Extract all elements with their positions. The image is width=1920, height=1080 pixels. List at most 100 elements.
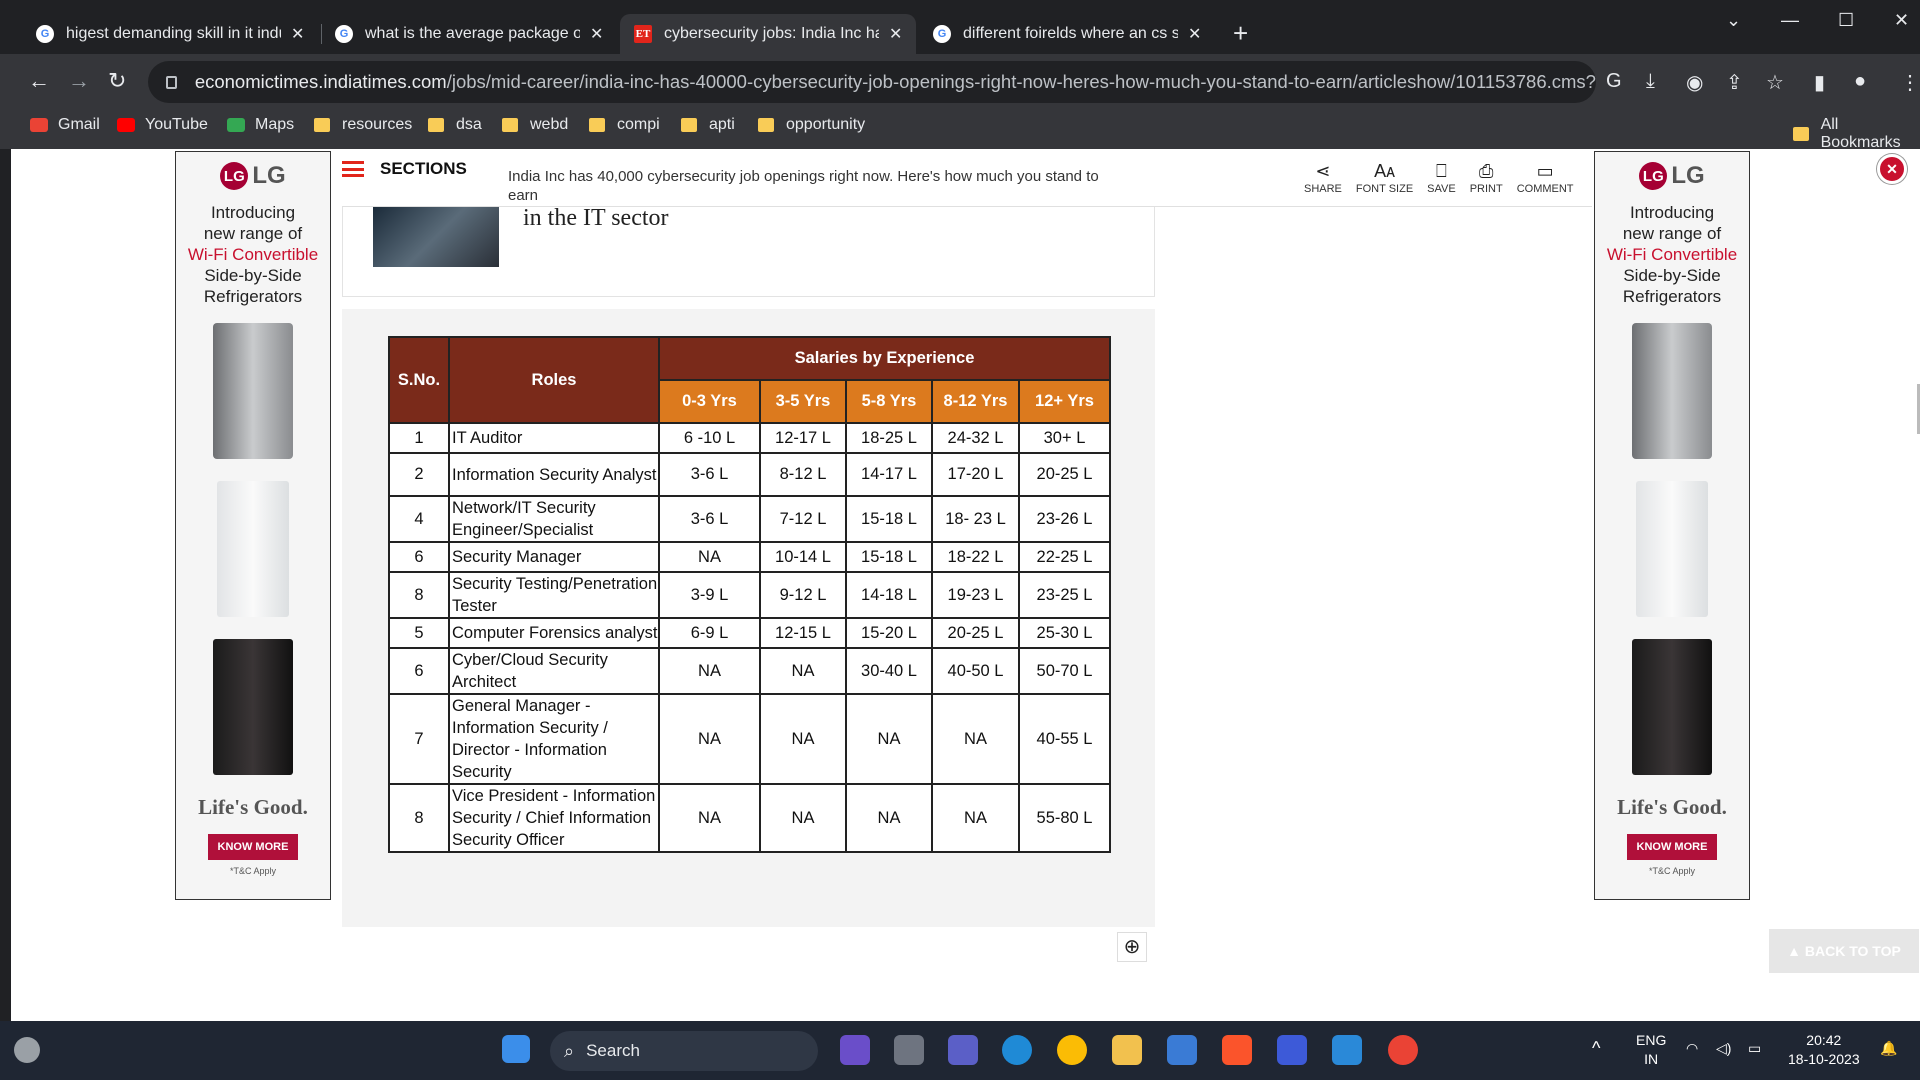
- tab-2[interactable]: G what is the average package of a ✕: [321, 14, 617, 54]
- tray-expand-icon[interactable]: ^: [1592, 1039, 1600, 1058]
- file-explorer-icon[interactable]: [1112, 1035, 1142, 1065]
- salary-cell: 8-12 L: [759, 452, 847, 497]
- exp-header: 3-5 Yrs: [759, 379, 847, 424]
- fridge-black-image: [213, 639, 293, 775]
- close-tab-icon[interactable]: ✕: [889, 24, 902, 44]
- side-panel-icon[interactable]: ▮: [1814, 70, 1825, 95]
- bookmark-webd[interactable]: webd: [502, 116, 568, 134]
- print-button[interactable]: ⎙ PRINT: [1470, 161, 1503, 195]
- salary-cell: 6 -10 L: [658, 422, 761, 454]
- edge-icon[interactable]: [1002, 1035, 1032, 1065]
- close-tab-icon[interactable]: ✕: [1188, 24, 1201, 44]
- menu-kebab-icon[interactable]: ⋮: [1900, 70, 1920, 95]
- left-ad-banner[interactable]: LG LG Introducing new range of Wi-Fi Conve…: [175, 151, 331, 900]
- wifi-icon[interactable]: ◠: [1686, 1039, 1698, 1058]
- copilot-icon[interactable]: [840, 1035, 870, 1065]
- fridge-white-image: [1636, 481, 1708, 617]
- sections-menu[interactable]: SECTIONS: [342, 159, 467, 179]
- bookmark-dsa[interactable]: dsa: [428, 116, 482, 134]
- know-more-button[interactable]: KNOW MORE: [208, 834, 298, 860]
- share-icon[interactable]: ⇪: [1726, 70, 1743, 95]
- eye-off-icon[interactable]: ◉: [1686, 70, 1703, 95]
- tab-4[interactable]: G different foirelds where an cs stu ✕: [919, 14, 1215, 54]
- all-bookmarks[interactable]: All Bookmarks: [1793, 116, 1920, 152]
- related-article-title[interactable]: in the IT sector: [523, 205, 669, 232]
- bookmark-compi[interactable]: compi: [589, 116, 660, 134]
- bookmark-resources[interactable]: resources: [314, 116, 412, 134]
- back-icon[interactable]: ←: [28, 68, 50, 94]
- google-lens-icon[interactable]: G: [1606, 70, 1622, 93]
- task-view-icon[interactable]: [894, 1035, 924, 1065]
- salary-cell: NA: [658, 647, 761, 695]
- language-indicator[interactable]: ENG IN: [1636, 1031, 1666, 1069]
- tab-1[interactable]: G higest demanding skill in it indu ✕: [22, 14, 318, 54]
- chrome-icon[interactable]: [1057, 1035, 1087, 1065]
- print-icon: ⎙: [1478, 161, 1494, 181]
- bookmark-star-icon[interactable]: ☆: [1766, 70, 1784, 95]
- profile-avatar-icon[interactable]: ●: [1854, 70, 1866, 93]
- url-text: economictimes.indiatimes.com/jobs/mid-ca…: [195, 71, 1596, 93]
- clock[interactable]: 20:42 18-10-2023: [1788, 1031, 1860, 1069]
- article-actions: ⋖ SHARE Aᴀ FONT SIZE ⎕ SAVE ⎙ PRINT ▭ COMMENT: [1304, 161, 1574, 195]
- word-icon[interactable]: [1277, 1035, 1307, 1065]
- search-icon: ⌕: [564, 1040, 575, 1061]
- know-more-button[interactable]: KNOW MORE: [1627, 834, 1717, 860]
- salary-cell: NA: [759, 693, 847, 785]
- salary-cell: NA: [658, 783, 761, 853]
- close-tab-icon[interactable]: ✕: [291, 24, 304, 44]
- notifications-icon[interactable]: 🔔: [1880, 1039, 1897, 1058]
- google-icon: G: [36, 25, 54, 43]
- ad-tagline: Life's Good.: [198, 795, 308, 819]
- bookmark-apti[interactable]: apti: [681, 116, 735, 134]
- ad-tc: *T&C Apply: [229, 866, 277, 876]
- gmail-icon: [30, 118, 48, 132]
- close-ad-button[interactable]: ✕: [1877, 154, 1907, 184]
- bookmark-opportunity[interactable]: opportunity: [758, 116, 865, 134]
- salary-cell: 22-25 L: [1018, 541, 1111, 573]
- role-cell: IT Auditor: [448, 422, 660, 454]
- hamburger-icon[interactable]: [342, 161, 364, 177]
- reload-icon[interactable]: ↻: [108, 68, 126, 94]
- address-bar[interactable]: economictimes.indiatimes.com/jobs/mid-ca…: [148, 61, 1596, 103]
- zoom-in-icon[interactable]: ⊕: [1117, 932, 1147, 962]
- weather-icon[interactable]: [14, 1037, 40, 1063]
- exp-header: 0-3 Yrs: [658, 379, 761, 424]
- ad-tc: *T&C Apply: [1648, 866, 1696, 876]
- close-window-icon[interactable]: ✕: [1894, 10, 1909, 31]
- close-tab-icon[interactable]: ✕: [590, 24, 603, 44]
- tab-title: cybersecurity jobs: India Inc has: [664, 25, 879, 42]
- chrome-profile-icon[interactable]: [1388, 1035, 1418, 1065]
- bookmark-youtube[interactable]: YouTube: [117, 116, 208, 134]
- taskbar-search[interactable]: ⌕ Search: [550, 1031, 818, 1071]
- tab-search-icon[interactable]: ⌄: [1726, 10, 1741, 31]
- comment-button[interactable]: ▭ COMMENT: [1517, 161, 1574, 195]
- related-article-thumbnail[interactable]: [373, 207, 499, 267]
- salary-cell: 17-20 L: [931, 452, 1020, 497]
- install-icon[interactable]: ⤓: [1646, 70, 1655, 93]
- new-tab-button[interactable]: +: [1233, 18, 1248, 49]
- volume-icon[interactable]: ◁): [1716, 1039, 1731, 1058]
- salary-cell: 25-30 L: [1018, 617, 1111, 649]
- save-button[interactable]: ⎕ SAVE: [1427, 161, 1456, 195]
- windows-start-icon[interactable]: [502, 1035, 530, 1063]
- back-to-top-button[interactable]: ▲ BACK TO TOP: [1769, 929, 1919, 973]
- forward-icon[interactable]: →: [68, 68, 90, 94]
- table-row: 6 Security Manager NA 10-14 L 15-18 L 18-22 L…: [388, 541, 1111, 573]
- battery-icon[interactable]: ▭: [1748, 1039, 1761, 1058]
- maximize-icon[interactable]: ☐: [1838, 10, 1854, 31]
- share-button[interactable]: ⋖ SHARE: [1304, 161, 1342, 195]
- teams-icon[interactable]: [948, 1035, 978, 1065]
- salary-cell: NA: [845, 783, 933, 853]
- fridge-black-image: [1632, 639, 1712, 775]
- font-size-button[interactable]: Aᴀ FONT SIZE: [1356, 161, 1413, 195]
- right-ad-banner[interactable]: LG LG Introducing new range of Wi-Fi Conve…: [1594, 151, 1750, 900]
- tab-3-active[interactable]: ET cybersecurity jobs: India Inc has ✕: [620, 14, 917, 54]
- economic-times-icon: ET: [634, 25, 652, 43]
- bookmark-label: YouTube: [145, 116, 208, 133]
- vscode-icon[interactable]: [1332, 1035, 1362, 1065]
- bookmark-maps[interactable]: Maps: [227, 116, 294, 134]
- brave-icon[interactable]: [1222, 1035, 1252, 1065]
- microsoft-store-icon[interactable]: [1167, 1035, 1197, 1065]
- minimize-icon[interactable]: —: [1781, 10, 1799, 31]
- bookmark-gmail[interactable]: Gmail: [30, 116, 100, 134]
